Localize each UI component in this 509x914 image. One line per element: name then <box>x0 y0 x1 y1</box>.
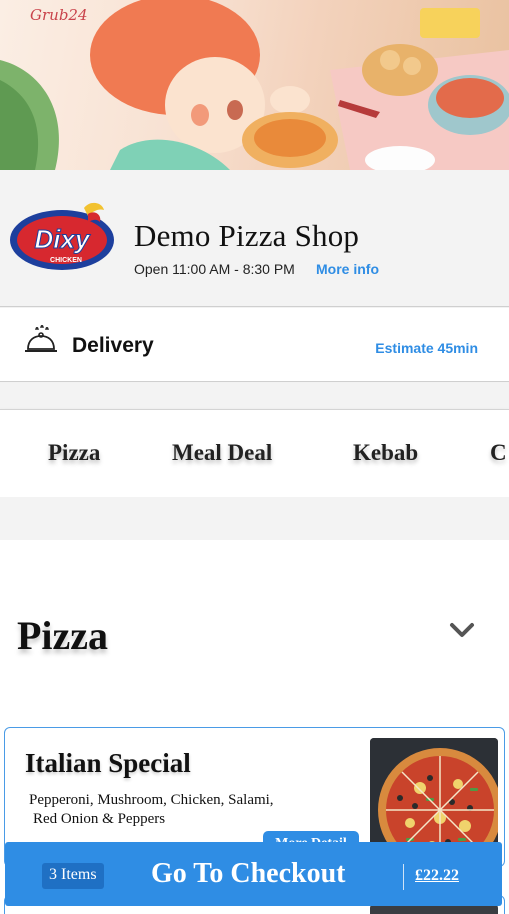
section-title: Pizza <box>17 613 109 658</box>
chevron-down-icon[interactable] <box>449 620 475 640</box>
cloche-icon <box>25 325 57 352</box>
description-line: Red Onion & Peppers <box>33 811 166 827</box>
delivery-row[interactable]: Delivery Estimate 45min <box>0 308 509 382</box>
hero-illustration <box>0 0 509 170</box>
cart-total: £22.22 <box>415 867 459 884</box>
shop-logo: Dixy CHICKEN <box>10 202 114 270</box>
logo-text: Dixy <box>35 224 91 254</box>
description-line: Pepperoni, Mushroom, Chicken, Salami, <box>29 792 274 808</box>
shop-hours: Open 11:00 AM - 8:30 PM <box>134 261 295 277</box>
product-title: Italian Special <box>25 748 191 778</box>
cart-items-badge: 3 Items <box>42 863 104 889</box>
shop-header: Dixy CHICKEN Demo Pizza Shop Open 11:00 … <box>0 170 509 307</box>
category-tabs: Pizza Meal Deal Kebab C <box>0 409 509 497</box>
logo-subtext: CHICKEN <box>50 257 82 264</box>
more-info-link[interactable]: More info <box>316 261 379 277</box>
tab-meal-deal[interactable]: Meal Deal <box>172 440 272 466</box>
divider <box>403 864 404 890</box>
shop-name: Demo Pizza Shop <box>134 218 360 253</box>
delivery-estimate: Estimate 45min <box>375 340 478 356</box>
hero-brand-text: Grub24 <box>30 6 88 24</box>
checkout-button-label: Go To Checkout <box>151 858 346 889</box>
checkout-bar[interactable]: 3 Items Go To Checkout £22.22 <box>5 842 502 906</box>
tab-next-category[interactable]: C <box>490 440 507 466</box>
product-description: Pepperoni, Mushroom, Chicken, Salami, Re… <box>29 791 349 829</box>
hero-banner: Grub24 <box>0 0 509 170</box>
spacer <box>0 383 509 409</box>
tab-pizza[interactable]: Pizza <box>48 440 100 466</box>
tab-kebab[interactable]: Kebab <box>353 440 418 466</box>
delivery-label: Delivery <box>72 334 154 357</box>
spacer <box>0 497 509 540</box>
